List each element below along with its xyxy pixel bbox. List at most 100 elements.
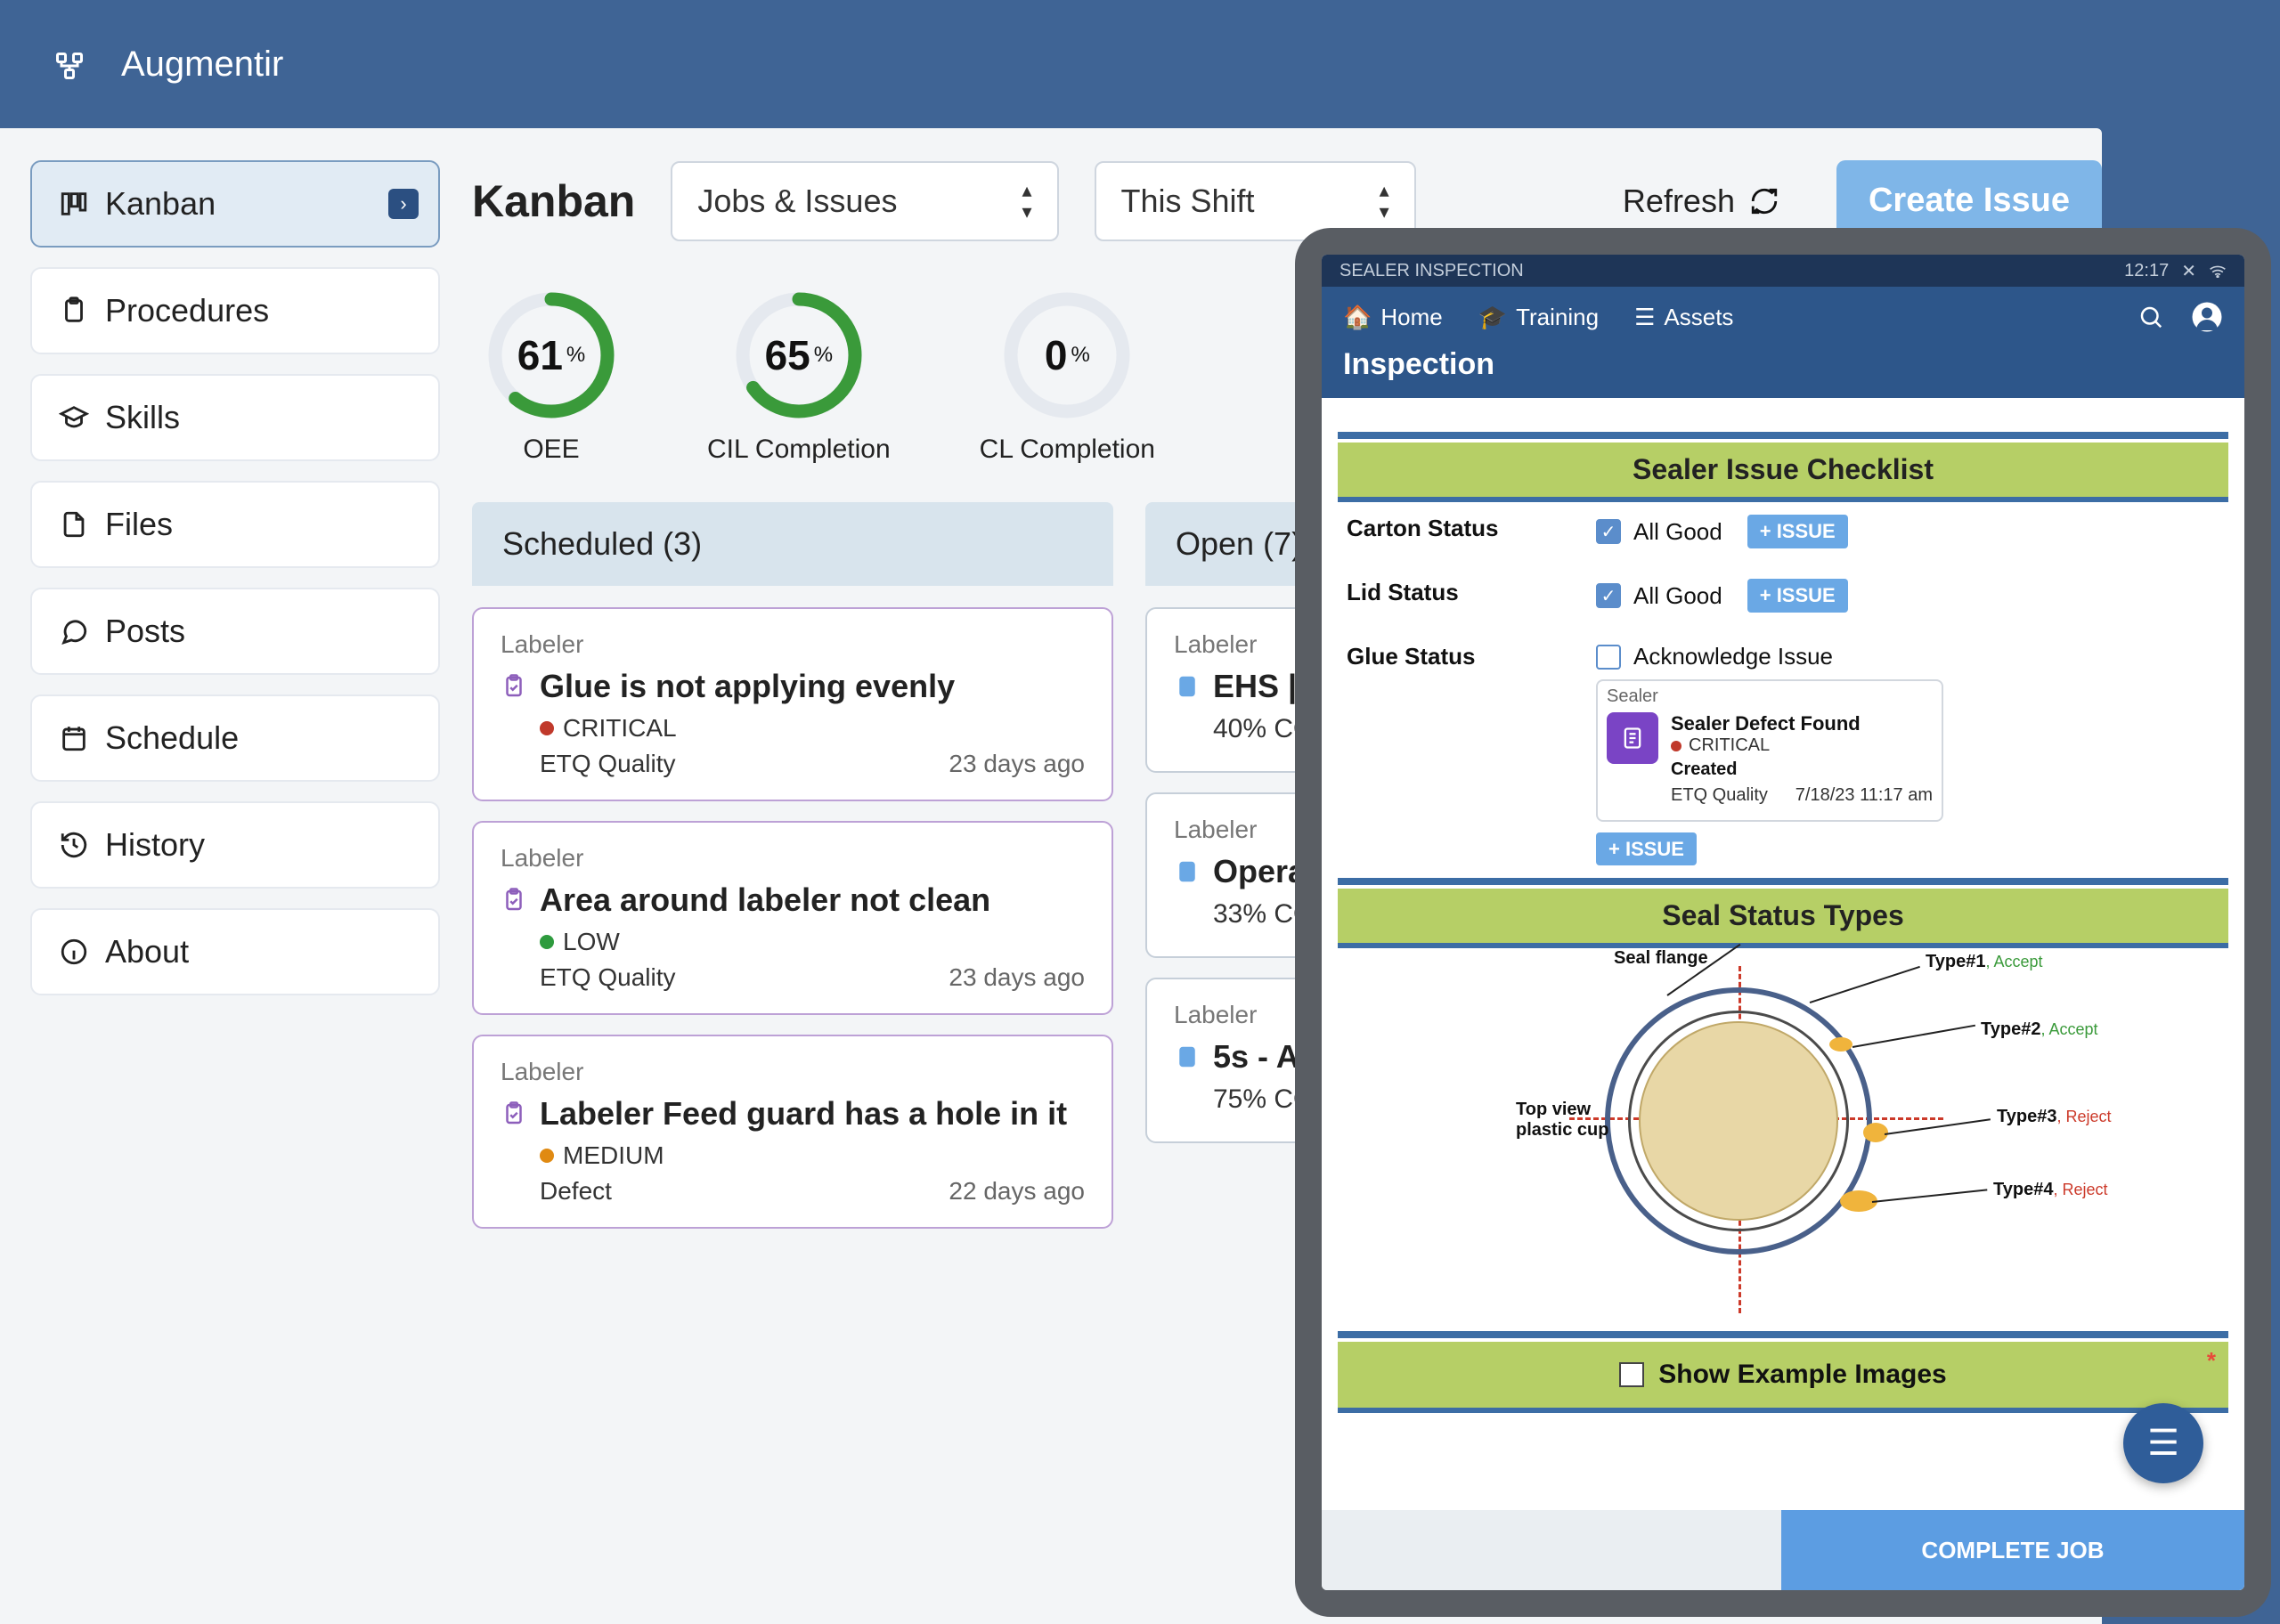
metrics-row: 61% OEE 65% CIL Completion 0% CL Complet… [484,288,1155,465]
priority-dot [540,935,554,949]
divider [1338,1331,2228,1338]
defect-card[interactable]: Sealer Sealer Defect Found CRITICAL Crea… [1596,679,1943,822]
sidebar-item-schedule[interactable]: Schedule [30,694,440,782]
nav-label: Assets [1664,304,1733,331]
nav-label: Training [1516,304,1599,331]
tablet-body: Sealer Issue Checklist Carton Status ✓ A… [1322,398,2244,1510]
clipboard-icon [59,296,89,326]
tablet-navbar: 🏠Home 🎓Training ☰Assets [1322,287,2244,347]
checkbox-checked[interactable]: ✓ [1596,583,1621,608]
leader-line [1872,1189,1987,1203]
card-tag: Labeler [501,1058,1085,1086]
refresh-label: Refresh [1623,183,1735,220]
row-value: All Good [1633,582,1722,610]
fab-menu-button[interactable]: ☰ [2123,1403,2203,1483]
kanban-card[interactable]: Labeler Glue is not applying evenly CRIT… [472,607,1113,801]
row-value: All Good [1633,518,1722,546]
wifi-icon [2209,264,2227,278]
filter-label: This Shift [1121,183,1255,220]
tablet-status-bar: SEALER INSPECTION 12:17 ✕ [1322,255,2244,287]
add-issue-button[interactable]: + ISSUE [1596,832,1697,865]
kanban-icon [59,189,89,219]
card-source: Defect [540,1177,612,1206]
required-asterisk: * [2207,1347,2216,1375]
row-label: Carton Status [1347,515,1596,542]
card-tag: Labeler [501,844,1085,873]
metric-value: 0 [1045,331,1068,379]
divider [1338,878,2228,885]
filter-jobs-issues[interactable]: Jobs & Issues ▴▾ [671,161,1058,241]
add-issue-button[interactable]: + ISSUE [1747,515,1848,548]
nav-assets[interactable]: ☰Assets [1634,304,1733,331]
org-tree-icon[interactable] [53,50,86,78]
metric-label: CIL Completion [707,434,891,465]
card-title: 5s - A [1213,1038,1299,1076]
sidebar-item-label: Schedule [105,719,239,757]
priority-dot [540,1149,554,1163]
type-label: Type#4 [1993,1180,2053,1199]
sidebar-item-label: Skills [105,399,180,436]
card-age: 23 days ago [949,963,1085,992]
add-issue-button[interactable]: + ISSUE [1747,579,1848,613]
defect-source: ETQ Quality [1671,785,1768,806]
kanban-card[interactable]: Labeler Area around labeler not clean LO… [472,821,1113,1015]
card-title: EHS | [1213,668,1297,705]
section-header: Sealer Issue Checklist [1338,443,2228,497]
calendar-icon [59,723,89,753]
chevron-right-icon[interactable]: › [388,189,419,219]
chat-icon [59,616,89,646]
sidebar-item-files[interactable]: Files [30,481,440,568]
clipboard-icon [1174,673,1201,700]
card-age: 22 days ago [949,1177,1085,1206]
defect-group: Sealer [1607,686,1933,707]
tablet-page-title: Inspection [1322,347,2244,398]
clipboard-icon [1174,858,1201,885]
kanban-card[interactable]: Labeler Labeler Feed guard has a hole in… [472,1035,1113,1229]
sidebar-item-history[interactable]: History [30,801,440,889]
divider [1338,432,2228,439]
sidebar-item-kanban[interactable]: Kanban › [30,160,440,248]
complete-job-button[interactable]: COMPLETE JOB [1781,1510,2244,1590]
info-icon [59,937,89,967]
nav-home[interactable]: 🏠Home [1343,304,1443,331]
status-app-name: SEALER INSPECTION [1340,261,1524,281]
diagram-label: Seal flange [1614,948,1708,969]
diagram-label: Top view plastic cup [1516,1100,1608,1141]
search-icon[interactable] [2138,304,2164,330]
row-value: Acknowledge Issue [1633,643,1833,670]
status-time: 12:17 [2124,261,2169,281]
checkbox-checked[interactable]: ✓ [1596,519,1621,544]
sidebar-item-skills[interactable]: Skills [30,374,440,461]
sidebar-item-posts[interactable]: Posts [30,588,440,675]
refresh-button[interactable]: Refresh [1623,183,1779,220]
sidebar-item-about[interactable]: About [30,908,440,995]
user-avatar-icon[interactable] [2191,301,2223,333]
percent-sign: % [566,343,585,368]
caret-sort-icon: ▴▾ [1380,181,1389,222]
history-icon [59,830,89,860]
file-icon [59,509,89,540]
tablet-device: SEALER INSPECTION 12:17 ✕ 🏠Home 🎓Trainin… [1295,228,2271,1617]
gauge: 61% [484,288,618,422]
sidebar-item-label: Kanban [105,185,216,223]
leader-line [1885,1118,1991,1135]
section-header: Seal Status Types [1338,889,2228,943]
lane-scheduled-cards: Labeler Glue is not applying evenly CRIT… [472,607,1113,1229]
leader-line [1810,966,1920,1003]
metric-value: 65 [765,331,810,379]
cup-fill [1639,1021,1838,1221]
checkbox-empty[interactable] [1619,1362,1644,1387]
sidebar-item-procedures[interactable]: Procedures [30,267,440,354]
metric-oee: 61% OEE [484,288,618,465]
graduation-cap-icon [59,402,89,433]
metric-label: OEE [523,434,579,465]
priority-label: LOW [563,928,620,956]
hamburger-icon: ☰ [2147,1423,2179,1464]
show-example-images-row[interactable]: Show Example Images * [1338,1342,2228,1408]
nav-training[interactable]: 🎓Training [1478,304,1599,331]
defect-priority: CRITICAL [1689,735,1770,756]
checkbox-empty[interactable]: ✓ [1596,645,1621,670]
type-status: , Accept [1985,953,2042,970]
clipboard-icon [1174,1043,1201,1070]
priority-dot [1671,741,1682,751]
